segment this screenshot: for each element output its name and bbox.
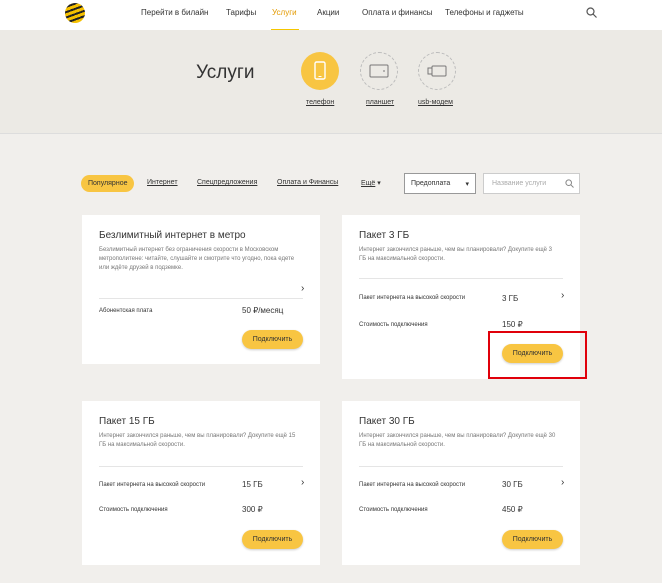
card-title[interactable]: Пакет 3 ГБ bbox=[359, 230, 409, 241]
card-row-label: Пакет интернета на высокой скорости bbox=[359, 482, 466, 488]
card-row-label: Стоимость подключения bbox=[359, 507, 428, 513]
chevron-down-icon: ▾ bbox=[465, 181, 469, 188]
nav-item-beeline[interactable]: Перейти в билайн bbox=[141, 8, 208, 17]
hero-section: Услуги телефон планшет usb-модем bbox=[0, 30, 662, 134]
tablet-icon bbox=[369, 64, 389, 78]
card-row-value: 3 ГБ bbox=[502, 294, 519, 303]
device-phone-button[interactable] bbox=[301, 52, 339, 90]
device-tablet-button[interactable] bbox=[360, 52, 398, 90]
card-description: Безлимитный интернет без ограничения ско… bbox=[99, 247, 295, 271]
filter-internet[interactable]: Интернет bbox=[147, 179, 178, 186]
card-title[interactable]: Безлимитный интернет в метро bbox=[99, 230, 246, 241]
card-row-value: 450 ₽ bbox=[502, 505, 523, 514]
chevron-down-icon: ▾ bbox=[377, 180, 381, 187]
chevron-right-icon[interactable]: › bbox=[561, 290, 564, 301]
card-description: Интернет закончился раньше, чем вы плани… bbox=[359, 433, 556, 448]
connect-button[interactable]: Подключить bbox=[502, 530, 563, 549]
card-row-label: Стоимость подключения bbox=[99, 507, 168, 513]
card-row-value: 50 ₽/месяц bbox=[242, 306, 284, 315]
card-description: Интернет закончился раньше, чем вы плани… bbox=[99, 433, 296, 448]
service-card-15gb[interactable]: Пакет 15 ГБ Интернет закончился раньше, … bbox=[82, 401, 320, 565]
device-label-tablet[interactable]: планшет bbox=[366, 99, 394, 106]
card-row-label: Пакет интернета на высокой скорости bbox=[99, 482, 206, 488]
phone-icon bbox=[314, 61, 326, 80]
page-title: Услуги bbox=[196, 62, 255, 83]
device-modem-button[interactable] bbox=[418, 52, 456, 90]
card-divider bbox=[99, 298, 303, 299]
service-card-30gb[interactable]: Пакет 30 ГБ Интернет закончился раньше, … bbox=[342, 401, 580, 565]
device-label-phone[interactable]: телефон bbox=[306, 99, 334, 106]
search-icon[interactable] bbox=[565, 179, 574, 188]
connect-button[interactable]: Подключить bbox=[242, 530, 303, 549]
filter-special-offers[interactable]: Спецпредложения bbox=[197, 179, 257, 186]
chevron-right-icon[interactable]: › bbox=[561, 477, 564, 488]
card-divider bbox=[359, 278, 563, 279]
connect-button[interactable]: Подключить bbox=[242, 330, 303, 349]
highlight-box bbox=[488, 331, 587, 379]
card-row-label: Пакет интернета на высокой скорости bbox=[359, 295, 466, 301]
usb-modem-icon bbox=[427, 65, 447, 77]
filter-popular[interactable]: Популярное bbox=[81, 175, 135, 192]
nav-item-tariffs[interactable]: Тарифы bbox=[226, 8, 256, 17]
nav-item-promos[interactable]: Акции bbox=[317, 8, 339, 17]
card-row-value: 30 ГБ bbox=[502, 480, 523, 489]
service-search-input[interactable]: Название услуги bbox=[483, 173, 580, 194]
filter-payment-finance[interactable]: Оплата и Финансы bbox=[277, 179, 338, 186]
card-title[interactable]: Пакет 30 ГБ bbox=[359, 416, 415, 427]
device-label-modem[interactable]: usb-модем bbox=[418, 99, 453, 106]
card-row-value: 300 ₽ bbox=[242, 505, 263, 514]
card-row-value: 15 ГБ bbox=[242, 480, 263, 489]
card-row-label: Стоимость подключения bbox=[359, 322, 428, 328]
filter-more[interactable]: Ещё ▾ bbox=[361, 179, 381, 187]
card-row-value: 150 ₽ bbox=[502, 320, 523, 329]
nav-item-phones[interactable]: Телефоны и гаджеты bbox=[445, 8, 524, 17]
payment-type-select[interactable]: Предоплата ▾ bbox=[404, 173, 476, 194]
nav-item-services[interactable]: Услуги bbox=[272, 8, 297, 17]
card-divider bbox=[359, 466, 563, 467]
beeline-logo[interactable] bbox=[65, 3, 85, 23]
card-description: Интернет закончился раньше, чем вы плани… bbox=[359, 247, 552, 262]
search-icon[interactable] bbox=[586, 7, 597, 18]
nav-item-payment[interactable]: Оплата и финансы bbox=[362, 8, 433, 17]
card-title[interactable]: Пакет 15 ГБ bbox=[99, 416, 155, 427]
chevron-right-icon[interactable]: › bbox=[301, 283, 304, 294]
top-nav-bar: Перейти в билайн Тарифы Услуги Акции Опл… bbox=[0, 0, 662, 31]
service-card-metro-internet[interactable]: Безлимитный интернет в метро Безлимитный… bbox=[82, 215, 320, 364]
card-divider bbox=[99, 466, 303, 467]
card-row-label: Абонентская плата bbox=[99, 308, 153, 314]
chevron-right-icon[interactable]: › bbox=[301, 477, 304, 488]
